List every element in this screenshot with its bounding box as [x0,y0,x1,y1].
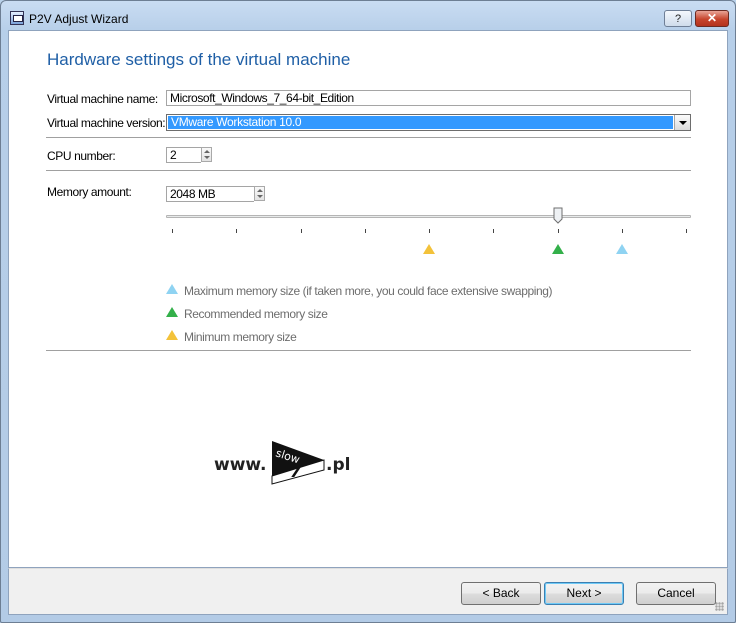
slow7-flag-icon: slow 7 [271,441,325,485]
close-button[interactable]: ✕ [695,10,729,27]
minimum-memory-legend-icon [166,330,178,340]
watermark-flag-number: 7 [290,462,302,481]
recommended-memory-marker-icon [552,244,564,254]
page-title: Hardware settings of the virtual machine [47,50,351,69]
cpu-number-label: CPU number: [47,149,116,163]
watermark-prefix: www. [214,455,267,475]
wizard-content-panel [8,30,728,568]
slider-tick [172,229,173,233]
maximum-memory-legend-icon [166,284,178,294]
recommended-memory-legend-icon [166,307,178,317]
back-button[interactable]: < Back [461,582,541,605]
vm-version-select[interactable]: VMware Workstation 10.0 [166,114,691,131]
divider [46,350,691,351]
cpu-number-input[interactable]: 2 [166,147,201,163]
window-title: P2V Adjust Wizard [29,12,129,26]
slider-tick [686,229,687,233]
watermark-suffix: .pl [326,455,351,475]
slider-tick [365,229,366,233]
title-bar[interactable]: P2V Adjust Wizard ? ✕ [1,1,735,31]
app-icon [10,11,24,25]
recommended-memory-legend-label: Recommended memory size [184,307,328,321]
maximum-memory-legend-label: Maximum memory size (if taken more, you … [184,284,553,298]
memory-amount-label: Memory amount: [47,185,132,199]
memory-slider-track[interactable] [166,215,691,218]
memory-amount-input[interactable]: 2048 MB [166,186,254,202]
slider-tick [236,229,237,233]
help-button[interactable]: ? [664,10,692,27]
cancel-button[interactable]: Cancel [636,582,716,605]
slider-tick [493,229,494,233]
vm-version-selected-value: VMware Workstation 10.0 [168,116,673,129]
memory-slider-thumb[interactable] [553,207,563,224]
divider [46,170,691,171]
slider-tick [558,229,559,233]
minimum-memory-marker-icon [423,244,435,254]
chevron-down-icon[interactable] [674,115,690,130]
slider-tick [429,229,430,233]
slider-tick [301,229,302,233]
divider [46,137,691,138]
vm-name-input[interactable]: Microsoft_Windows_7_64-bit_Edition [166,90,691,106]
watermark-logo: www. slow 7 .pl [214,438,354,486]
vm-name-label: Virtual machine name: [47,92,158,106]
slider-tick [622,229,623,233]
vm-version-label: Virtual machine version: [47,116,166,130]
minimum-memory-legend-label: Minimum memory size [184,330,297,344]
cpu-number-spinner[interactable] [201,147,212,162]
resize-grip-icon[interactable] [715,602,724,611]
memory-amount-spinner[interactable] [254,186,265,201]
next-button[interactable]: Next > [544,582,624,605]
maximum-memory-marker-icon [616,244,628,254]
